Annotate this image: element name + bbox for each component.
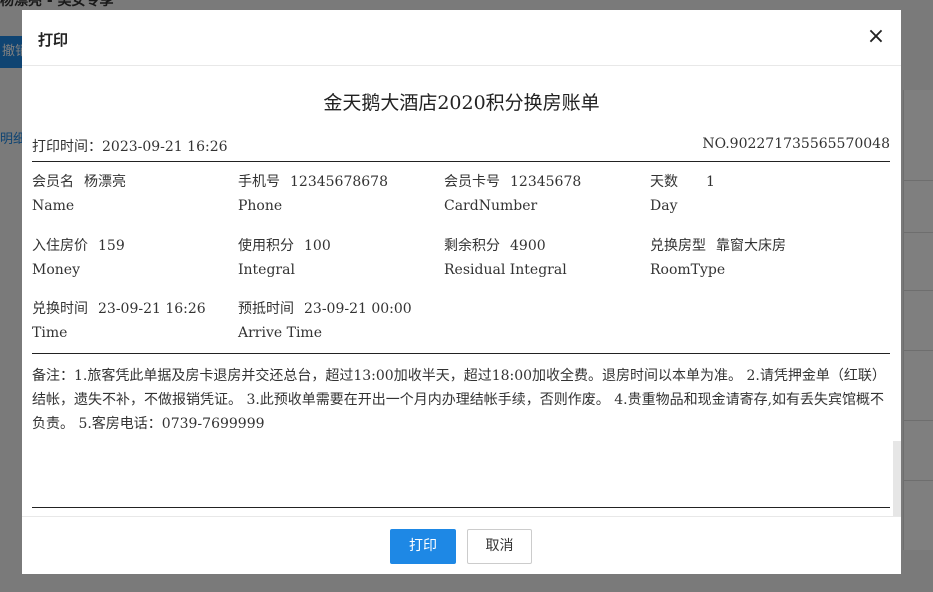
field-name: 会员名 杨漂亮 Name bbox=[32, 170, 126, 218]
field-value: 杨漂亮 bbox=[84, 174, 126, 190]
field-label: 会员卡号 bbox=[444, 174, 500, 190]
field-label-en: Arrive Time bbox=[238, 325, 322, 341]
field-label-en: CardNumber bbox=[444, 198, 538, 214]
field-label: 使用积分 bbox=[238, 238, 294, 254]
divider-line bbox=[32, 161, 890, 162]
cancel-button[interactable]: 取消 bbox=[467, 529, 532, 564]
field-value: 159 bbox=[98, 238, 125, 254]
field-label: 剩余积分 bbox=[444, 238, 500, 254]
dialog-header: 打印 × bbox=[22, 10, 901, 66]
field-exchange-time: 兑换时间 23-09-21 16:26 Time bbox=[32, 297, 206, 345]
field-room-type: 兑换房型 靠窗大床房 RoomType bbox=[650, 234, 786, 282]
print-dialog: 打印 × 金天鹅大酒店2020积分换房账单 打印时间：2023-09-21 16… bbox=[22, 10, 901, 574]
field-label: 兑换房型 bbox=[650, 238, 706, 254]
field-value: 23-09-21 16:26 bbox=[98, 301, 206, 317]
field-days: 天数 1 Day bbox=[650, 170, 715, 218]
field-residual-integral: 剩余积分 4900 Residual Integral bbox=[444, 234, 567, 282]
print-time: 打印时间：2023-09-21 16:26 bbox=[32, 139, 228, 155]
divider-line bbox=[32, 507, 890, 508]
field-money: 入住房价 159 Money bbox=[32, 234, 125, 282]
print-button[interactable]: 打印 bbox=[390, 529, 456, 564]
receipt-number: NO.902271735565570048 bbox=[702, 136, 890, 152]
field-label-en: Time bbox=[32, 325, 68, 341]
field-label-en: Name bbox=[32, 198, 75, 214]
field-card-number: 会员卡号 12345678 CardNumber bbox=[444, 170, 581, 218]
field-value: 4900 bbox=[510, 238, 546, 254]
field-arrive-time: 预抵时间 23-09-21 00:00 Arrive Time bbox=[238, 297, 412, 345]
divider-line bbox=[32, 353, 890, 354]
field-label-en: Phone bbox=[238, 198, 283, 214]
field-value: 1 bbox=[706, 174, 715, 190]
close-icon[interactable]: × bbox=[865, 24, 887, 50]
field-label-en: Residual Integral bbox=[444, 262, 567, 278]
dialog-body[interactable]: 金天鹅大酒店2020积分换房账单 打印时间：2023-09-21 16:26 N… bbox=[22, 66, 901, 516]
dialog-title: 打印 bbox=[38, 31, 69, 49]
field-value: 100 bbox=[304, 238, 331, 254]
field-label: 天数 bbox=[650, 174, 678, 190]
field-value: 12345678678 bbox=[290, 174, 388, 190]
field-phone: 手机号 12345678678 Phone bbox=[238, 170, 388, 218]
field-label: 会员名 bbox=[32, 174, 74, 190]
field-label: 入住房价 bbox=[32, 238, 88, 254]
scrollbar[interactable] bbox=[893, 441, 901, 516]
field-label-en: RoomType bbox=[650, 262, 726, 278]
field-label: 手机号 bbox=[238, 174, 280, 190]
receipt-title: 金天鹅大酒店2020积分换房账单 bbox=[323, 92, 600, 114]
field-label-en: Integral bbox=[238, 262, 295, 278]
field-label-en: Day bbox=[650, 198, 678, 214]
field-label-en: Money bbox=[32, 262, 80, 278]
dialog-footer: 打印 取消 bbox=[22, 516, 901, 574]
field-label: 兑换时间 bbox=[32, 301, 88, 317]
field-integral: 使用积分 100 Integral bbox=[238, 234, 331, 282]
field-value: 23-09-21 00:00 bbox=[304, 301, 412, 317]
field-value: 靠窗大床房 bbox=[716, 238, 786, 254]
field-value: 12345678 bbox=[510, 174, 582, 190]
field-label: 预抵时间 bbox=[238, 301, 294, 317]
remark-text: 备注：1.旅客凭此单据及房卡退房并交还总台，超过13:00加收半天，超过18:0… bbox=[32, 368, 886, 432]
